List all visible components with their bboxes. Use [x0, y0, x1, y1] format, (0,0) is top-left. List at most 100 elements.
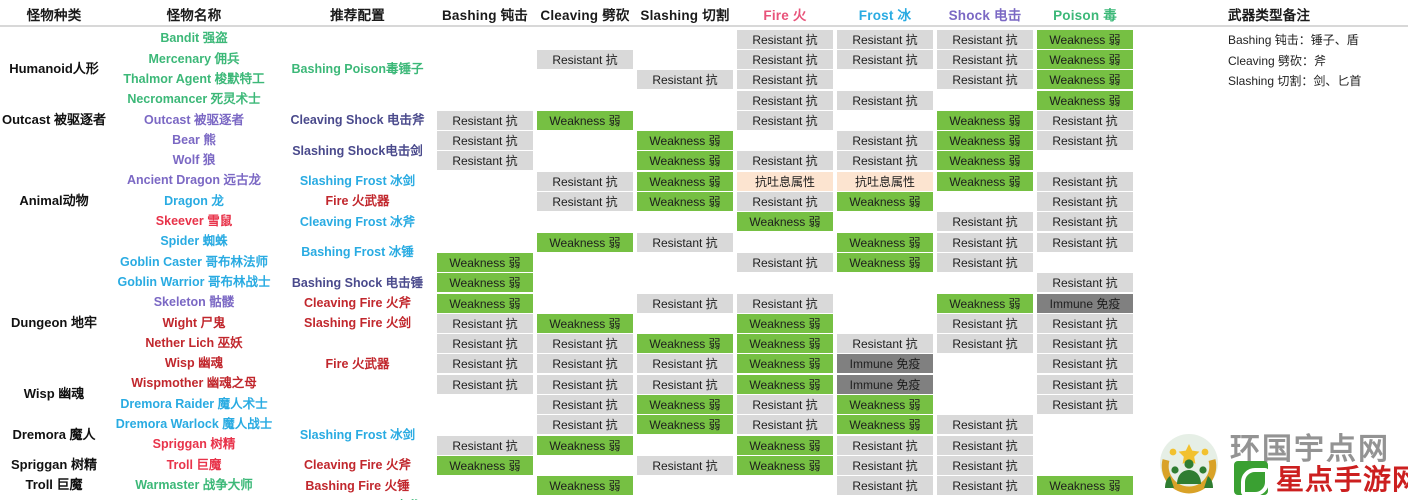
column-header-poison: Poison 毒: [1053, 7, 1117, 23]
monster-name: Skeleton 骷髅: [153, 295, 235, 310]
recommended-config-label: Slashing Shock: [292, 143, 386, 158]
monster-type-group: Spriggan 树精: [0, 455, 108, 475]
monster-name: Wolf 狼: [172, 153, 216, 168]
cell-cleaving-weakness: Weakness 弱: [537, 313, 633, 333]
recommended-config-label: 毒锤子: [385, 62, 424, 77]
cell-shock-resistant: Resistant 抗: [937, 476, 1033, 496]
cell-cleaving-resistant: Resistant 抗: [537, 395, 633, 414]
cell-bashing-resistant: Resistant 抗: [437, 374, 533, 394]
monster-name: Wisp 幽魂: [164, 356, 224, 371]
cell-poison-resistant: Resistant 抗: [1037, 273, 1133, 293]
cell-bashing-weakness: Weakness 弱: [437, 273, 533, 293]
monster-type-group: Troll 巨魔: [0, 476, 108, 496]
cell-slashing-weakness: Weakness 弱: [637, 395, 733, 414]
cell-frost-breath-resist: 抗吐息属性: [837, 171, 933, 191]
cell-cleaving-resistant: Resistant 抗: [537, 192, 633, 211]
cell-slashing-weakness: Weakness 弱: [637, 171, 733, 191]
monster-type-label: Wisp 幽魂: [23, 385, 85, 401]
cell-poison-immune: Immune 免疫: [1037, 293, 1133, 313]
cell-slashing-resistant: Resistant 抗: [637, 70, 733, 90]
cell-poison-resistant: Resistant 抗: [1037, 131, 1133, 151]
cell-poison-resistant: Resistant 抗: [1037, 212, 1133, 232]
cell-fire-resistant: Resistant 抗: [737, 252, 833, 272]
monster-name: Bandit 强盗: [160, 31, 228, 46]
cell-cleaving-weakness: Weakness 弱: [537, 232, 633, 252]
cell-frost-weakness: Weakness 弱: [837, 232, 933, 252]
watermark: 环国宇点网 星点手游网: [1156, 424, 1408, 500]
cell-cleaving-weakness: Weakness 弱: [537, 476, 633, 496]
cell-slashing-resistant: Resistant 抗: [637, 232, 733, 252]
column-header-frost: Frost 冰: [858, 7, 912, 23]
monster-name: Skeever 雪鼠: [155, 214, 233, 229]
cell-cleaving-resistant: Resistant 抗: [537, 49, 633, 69]
cell-frost-resistant: Resistant 抗: [837, 455, 933, 475]
cell-slashing-weakness: Weakness 弱: [637, 192, 733, 211]
monster-type-label: Troll 巨魔: [25, 477, 83, 493]
cell-fire-resistant: Resistant 抗: [737, 49, 833, 69]
cell-poison-resistant: Resistant 抗: [1037, 395, 1133, 414]
cell-cleaving-weakness: Weakness 弱: [537, 435, 633, 455]
cell-frost-resistant: Resistant 抗: [837, 90, 933, 110]
cell-fire-resistant: Resistant 抗: [737, 293, 833, 313]
cell-fire-breath-resist: 抗吐息属性: [737, 171, 833, 191]
cell-frost-immune: Immune 免疫: [837, 374, 933, 394]
recommended-config-label: Slashing Fire 火剑: [304, 316, 411, 331]
monster-type-label: Outcast 被驱逐者: [1, 111, 106, 127]
recommended-config: Cleaving Fire 火斧: [280, 293, 435, 313]
cell-shock-resistant: Resistant 抗: [937, 232, 1033, 252]
cell-shock-resistant: Resistant 抗: [937, 313, 1033, 333]
brand-logo-icon: [1234, 461, 1269, 496]
cell-fire-resistant: Resistant 抗: [737, 192, 833, 211]
cell-frost-weakness: Weakness 弱: [837, 395, 933, 414]
cell-bashing-resistant: Resistant 抗: [437, 313, 533, 333]
cell-fire-weakness: Weakness 弱: [737, 313, 833, 333]
monster-type-group: Dremora 魔人: [0, 415, 108, 456]
monster-name: Bear 熊: [172, 132, 216, 147]
cell-frost-resistant: Resistant 抗: [837, 29, 933, 49]
monster-name: Goblin Warrior 哥布林战士: [117, 274, 271, 289]
cell-poison-resistant: Resistant 抗: [1037, 354, 1133, 374]
cell-shock-resistant: Resistant 抗: [937, 455, 1033, 475]
cell-poison-resistant: Resistant 抗: [1037, 334, 1133, 354]
recommended-config-label: Fire 火武器: [325, 194, 390, 209]
cell-fire-weakness: Weakness 弱: [737, 455, 833, 475]
recommended-config-label: Bashing Fire 火锤: [305, 478, 410, 493]
cell-fire-resistant: Resistant 抗: [737, 70, 833, 90]
weapon-note-line: Slashing 切割：剑、匕首: [1228, 74, 1362, 88]
cell-bashing-weakness: Weakness 弱: [437, 455, 533, 475]
cell-bashing-weakness: Weakness 弱: [437, 252, 533, 272]
recommended-config-label: Bashing Frost 冰锤: [301, 245, 414, 260]
cell-slashing-weakness: Weakness 弱: [637, 151, 733, 171]
recommended-config: Slashing Fire 火剑: [280, 313, 435, 333]
cell-frost-resistant: Resistant 抗: [837, 131, 933, 151]
cell-frost-resistant: Resistant 抗: [837, 151, 933, 171]
recommended-config: Slashing Shock 电击剑: [280, 131, 435, 172]
cell-frost-weakness: Weakness 弱: [837, 415, 933, 435]
resistance-chart-page: 怪物种类 怪物名称 推荐配置 Bashing 钝击 Cleaving 劈砍 Slashin…: [0, 0, 1408, 500]
cell-slashing-resistant: Resistant 抗: [637, 354, 733, 374]
recommended-config: Bashing Fire 火锤: [280, 476, 435, 496]
monster-type-group: Wisp 幽魂: [0, 374, 108, 415]
monster-type-label: 人形: [72, 61, 99, 77]
cell-cleaving-weakness: Weakness 弱: [537, 110, 633, 130]
recommended-config: Slashing Frost 冰剑: [280, 415, 435, 456]
column-header-fire: Fire 火: [763, 7, 807, 23]
monster-name: Goblin Caster 哥布林法师: [120, 254, 268, 269]
cell-frost-immune: Immune 免疫: [837, 354, 933, 374]
monster-name: Ancient Dragon 远古龙: [126, 173, 262, 188]
cell-shock-resistant: Resistant 抗: [937, 49, 1033, 69]
monster-name: Necromancer 死灵术士: [127, 92, 261, 107]
cell-poison-weakness: Weakness 弱: [1037, 29, 1133, 49]
recommended-config: Fire 火武器: [280, 334, 435, 395]
cell-slashing-resistant: Resistant 抗: [637, 374, 733, 394]
recommended-config-label: 电击剑: [385, 143, 423, 158]
monster-name: Nether Lich 巫妖: [145, 335, 243, 350]
monster-name: Dragon 龙: [164, 193, 224, 208]
cell-fire-weakness: Weakness 弱: [737, 354, 833, 374]
monster-type-label: Dungeon 地牢: [11, 314, 97, 330]
recommended-config-label: Slashing Frost 冰剑: [299, 174, 416, 189]
cell-shock-weakness: Weakness 弱: [937, 151, 1033, 171]
recommended-config: Fire 火武器: [280, 191, 435, 211]
cell-shock-resistant: Resistant 抗: [937, 212, 1033, 232]
monster-name: Spriggan 树精: [152, 437, 236, 452]
